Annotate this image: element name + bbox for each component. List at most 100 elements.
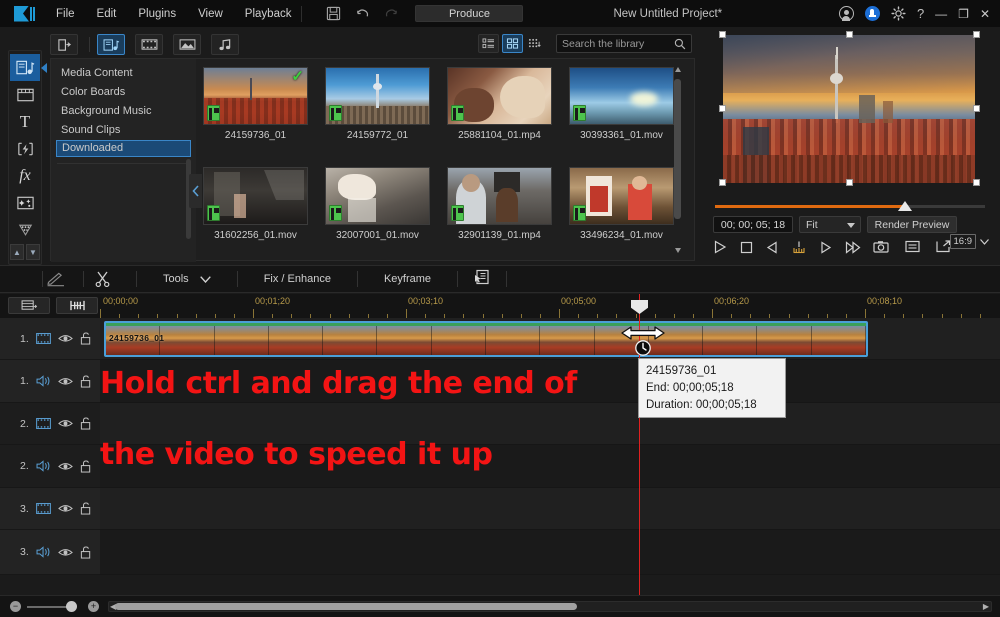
fast-forward-icon[interactable] — [845, 240, 861, 254]
category-sound-clips[interactable]: Sound Clips — [51, 121, 196, 140]
selection-handle-tl[interactable] — [719, 31, 726, 38]
eye-icon[interactable] — [57, 418, 73, 429]
help-button[interactable]: ? — [917, 6, 924, 21]
room-nav-up-button[interactable]: ▲ — [10, 244, 24, 260]
track-header-video-2[interactable]: 2. — [0, 403, 100, 445]
minimize-button[interactable]: — — [935, 8, 947, 20]
import-media-button[interactable] — [50, 34, 78, 55]
scroll-up-arrow-icon[interactable] — [674, 67, 681, 72]
selection-handle-tr[interactable] — [973, 31, 980, 38]
track-header-video-3[interactable]: 3. — [0, 488, 100, 530]
sidebar-item-transition-room[interactable] — [10, 81, 40, 108]
split-tool-button[interactable] — [84, 271, 120, 287]
eye-icon[interactable] — [57, 461, 73, 472]
track-manager-button[interactable] — [8, 297, 50, 314]
marker-button[interactable] — [56, 297, 98, 314]
eye-icon[interactable] — [57, 376, 73, 387]
tools-menu-button[interactable]: Tools — [163, 273, 211, 285]
sidebar-item-effect-room[interactable] — [10, 135, 40, 162]
category-media-content[interactable]: Media Content — [51, 64, 196, 83]
track-header-video-1[interactable]: 1. — [0, 318, 100, 360]
menu-item-view[interactable]: View — [198, 8, 223, 20]
track-lane-audio-3[interactable] — [100, 530, 1000, 575]
cut-marker-icon[interactable] — [792, 240, 806, 254]
fix-enhance-button[interactable]: Fix / Enhance — [264, 273, 331, 285]
room-nav-down-button[interactable]: ▼ — [26, 244, 40, 260]
list-item[interactable]: 31602256_01.mov — [203, 167, 308, 241]
list-item[interactable]: 25881104_01.mp4 — [447, 67, 552, 141]
video-track-icon[interactable] — [35, 333, 51, 344]
prev-frame-icon[interactable] — [766, 240, 779, 254]
play-icon[interactable] — [713, 240, 727, 254]
list-lines-icon[interactable] — [905, 240, 920, 253]
sidebar-item-fx-room[interactable]: fx — [10, 163, 40, 190]
list-item[interactable]: 32007001_01.mov — [325, 167, 430, 241]
next-frame-icon[interactable] — [819, 240, 832, 254]
video-track-icon[interactable] — [35, 503, 51, 514]
audio-track-icon[interactable] — [36, 460, 51, 472]
produce-button[interactable]: Produce — [415, 5, 524, 22]
media-thumbnail[interactable]: ✓ — [203, 67, 308, 125]
keyframe-button[interactable]: Keyframe — [384, 273, 431, 285]
audio-track-icon[interactable] — [36, 375, 51, 387]
selection-handle-bc[interactable] — [846, 179, 853, 186]
timeline-hscrollbar[interactable]: ◀ ▶ — [108, 601, 992, 612]
render-preview-button[interactable]: Render Preview — [867, 216, 957, 233]
unlock-icon[interactable] — [80, 417, 92, 430]
grid-view-button[interactable] — [502, 34, 523, 53]
list-item[interactable]: 33496234_01.mov — [569, 167, 674, 241]
sidebar-item-particle-room[interactable] — [10, 217, 40, 244]
list-item[interactable]: ✓ 24159736_01 — [203, 67, 308, 141]
sidebar-item-title-room[interactable]: T — [10, 108, 40, 135]
preview-scrubber[interactable] — [711, 201, 989, 211]
pencil-tool-button[interactable] — [43, 272, 69, 287]
unlock-icon[interactable] — [80, 502, 92, 515]
save-icon[interactable] — [326, 6, 341, 21]
camera-icon[interactable] — [873, 240, 889, 253]
aspect-ratio-control[interactable]: 16:9 — [949, 234, 990, 249]
all-media-filter-button[interactable] — [97, 34, 125, 55]
search-icon[interactable] — [674, 38, 686, 50]
stop-icon[interactable] — [740, 241, 753, 254]
menu-item-plugins[interactable]: Plugins — [138, 8, 176, 20]
track-lane-video-3[interactable] — [100, 488, 1000, 530]
menu-item-edit[interactable]: Edit — [97, 8, 117, 20]
designer-button[interactable] — [474, 269, 490, 290]
media-thumbnail[interactable] — [569, 67, 674, 125]
eye-icon[interactable] — [57, 547, 73, 558]
track-header-audio-3[interactable]: 3. — [0, 530, 100, 575]
category-color-boards[interactable]: Color Boards — [51, 83, 196, 102]
media-thumbnail[interactable] — [325, 167, 430, 225]
eye-icon[interactable] — [57, 503, 73, 514]
timeline-ruler[interactable]: 00;00;00 00;01;20 00;03;10 00;05;00 00;0… — [100, 294, 1000, 318]
selection-handle-br[interactable] — [973, 179, 980, 186]
selection-handle-tc[interactable] — [846, 31, 853, 38]
unlock-icon[interactable] — [80, 545, 92, 559]
sidebar-item-media-room[interactable] — [10, 54, 47, 82]
category-background-music[interactable]: Background Music — [51, 102, 196, 121]
unlock-icon[interactable] — [80, 332, 92, 345]
timeline-clip[interactable]: 24159736_01 — [104, 321, 868, 357]
close-button[interactable]: ✕ — [980, 8, 990, 20]
undo-icon[interactable] — [355, 6, 370, 21]
gear-icon[interactable] — [891, 6, 906, 21]
menu-item-playback[interactable]: Playback — [245, 8, 292, 20]
preview-timecode[interactable]: 00; 00; 05; 18 — [713, 216, 793, 233]
list-item[interactable]: 24159772_01 — [325, 67, 430, 141]
chevron-down-icon[interactable] — [980, 238, 989, 245]
scroll-thumb[interactable] — [674, 79, 681, 219]
selection-handle-bl[interactable] — [719, 179, 726, 186]
video-filter-button[interactable] — [135, 34, 163, 55]
audio-filter-button[interactable] — [211, 34, 239, 55]
audio-track-icon[interactable] — [36, 546, 51, 558]
video-track-icon[interactable] — [35, 418, 51, 429]
list-item[interactable]: 32901139_01.mp4 — [447, 167, 552, 241]
menu-item-file[interactable]: File — [56, 8, 75, 20]
image-filter-button[interactable] — [173, 34, 201, 55]
media-grid-scrollbar[interactable] — [674, 67, 681, 253]
preview-zoom-select[interactable]: Fit — [799, 216, 861, 233]
media-thumbnail[interactable] — [569, 167, 674, 225]
media-thumbnail[interactable] — [203, 167, 308, 225]
sidebar-item-overlay-room[interactable] — [10, 190, 40, 217]
zoom-out-button[interactable]: − — [10, 601, 21, 612]
